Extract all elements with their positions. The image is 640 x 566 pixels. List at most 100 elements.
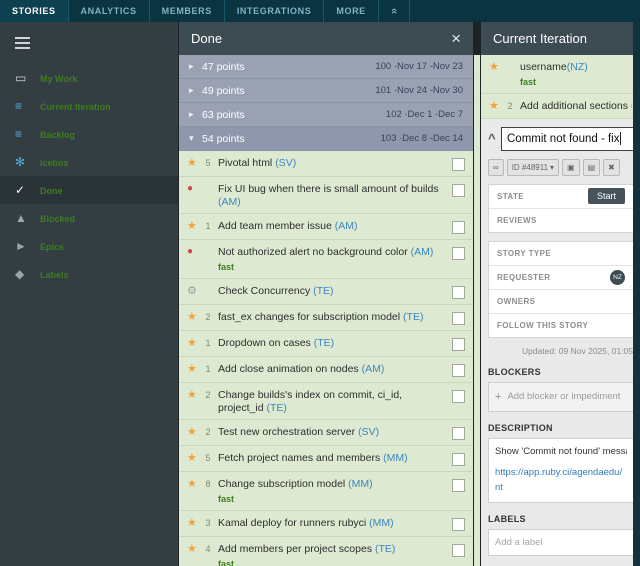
story-checkbox[interactable]: [452, 247, 465, 260]
nav-tab-more[interactable]: MORE: [324, 0, 378, 22]
nav-tab-integrations[interactable]: INTEGRATIONS: [225, 0, 325, 22]
nav-tab-stories[interactable]: STORIES: [0, 0, 69, 22]
story-row[interactable]: ★ 8 Change subscription model (MM) fast: [179, 472, 473, 511]
iteration-header[interactable]: ▸ 47 points 100 ·Nov 17 -Nov 23: [179, 55, 473, 79]
collapse-story-icon[interactable]: ^: [488, 132, 501, 145]
warning-icon: ▲: [15, 211, 40, 225]
story-id-button[interactable]: ID #48911▾: [507, 159, 559, 176]
sidebar-item-current-iteration[interactable]: ≡ Current Iteration: [0, 92, 178, 120]
story-title: Not authorized alert no background color: [218, 246, 411, 258]
field-label: REVIEWS: [497, 216, 537, 225]
delete-button[interactable]: ✖: [603, 159, 620, 176]
sidebar-item-backlog[interactable]: ≡ Backlog: [0, 120, 178, 148]
description-box[interactable]: Show 'Commit not found' message https://…: [488, 438, 634, 503]
story-title: Check Concurrency: [218, 285, 313, 297]
check-icon: ✓: [15, 183, 40, 197]
start-button[interactable]: Start: [588, 188, 625, 204]
star-icon: ★: [187, 426, 203, 438]
story-body: Check Concurrency (TE): [218, 285, 446, 298]
updated-timestamp: Updated: 09 Nov 2025, 01:05: [489, 346, 633, 356]
story-row[interactable]: ● Not authorized alert no background col…: [179, 240, 473, 279]
sidebar-item-labels[interactable]: ◆ Labels: [0, 260, 178, 288]
story-field-row[interactable]: REQUESTER NZ: [489, 266, 633, 290]
story-checkbox[interactable]: [452, 338, 465, 351]
story-row[interactable]: ★ 5 Fetch project names and members (MM): [179, 446, 473, 472]
story-row[interactable]: ★ 2 Change builds's index on commit, ci_…: [179, 383, 473, 420]
story-row[interactable]: ★ 3 Kamal deploy for runners rubyci (MM): [179, 511, 473, 537]
story-body: Kamal deploy for runners rubyci (MM): [218, 517, 446, 530]
story-row[interactable]: ★ 5 Pivotal html (SV): [179, 151, 473, 177]
story-checkbox[interactable]: [452, 312, 465, 325]
story-label: fast: [520, 76, 632, 89]
plus-icon: +: [495, 391, 501, 403]
clone-button[interactable]: ▤: [583, 159, 601, 176]
story-checkbox[interactable]: [452, 286, 465, 299]
description-link[interactable]: https://app.ruby.ci/agendaedu/nt: [495, 465, 627, 495]
story-row[interactable]: ★ username(NZ) fast: [481, 55, 640, 94]
iteration-header[interactable]: ▸ 49 points 101 ·Nov 24 -Nov 30: [179, 79, 473, 103]
story-field-row[interactable]: STATE Start: [489, 185, 633, 209]
story-checkbox[interactable]: [452, 518, 465, 531]
story-row[interactable]: ★ 1 Dropdown on cases (TE): [179, 331, 473, 357]
story-title: Add team member issue: [218, 220, 335, 232]
story-owners: (MM): [348, 478, 373, 490]
story-row[interactable]: ⚙ Check Concurrency (TE): [179, 279, 473, 305]
field-label: OWNERS: [497, 297, 535, 306]
menu-icon[interactable]: [0, 22, 35, 64]
scrollbar[interactable]: [633, 22, 640, 566]
done-panel: Done × ▸ 47 points 100 ·Nov 17 -Nov 23 ▸…: [179, 22, 473, 566]
sidebar-item-label: Labels: [40, 270, 69, 280]
story-checkbox[interactable]: [452, 544, 465, 557]
story-title-input[interactable]: Commit not found - fix: [501, 127, 634, 151]
story-checkbox[interactable]: [452, 479, 465, 492]
story-checkbox[interactable]: [452, 221, 465, 234]
panel-title: Current Iteration: [493, 31, 628, 46]
story-checkbox[interactable]: [452, 453, 465, 466]
nav-tab-analytics[interactable]: ANALYTICS: [69, 0, 150, 22]
iteration-list: ▸ 47 points 100 ·Nov 17 -Nov 23 ▸ 49 poi…: [179, 55, 473, 151]
story-row[interactable]: ★ 2 Test new orchestration server (SV): [179, 420, 473, 446]
sidebar-item-done[interactable]: ✓ Done: [0, 176, 178, 204]
sidebar-item-icebox[interactable]: ✻ Icebox: [0, 148, 178, 176]
story-owners: (AM): [362, 363, 385, 375]
collapse-nav-icon[interactable]: «: [379, 0, 410, 22]
iteration-header[interactable]: ▾ 54 points 103 ·Dec 8 -Dec 14: [179, 127, 473, 151]
star-icon: ★: [187, 478, 203, 490]
copy-button[interactable]: ▣: [562, 159, 580, 176]
add-label-input[interactable]: Add a label: [488, 529, 634, 556]
story-row[interactable]: ● Fix UI bug when there is small amount …: [179, 177, 473, 214]
clone-icon: ▤: [588, 163, 596, 172]
description-text: Show 'Commit not found' message: [495, 446, 627, 457]
story-checkbox[interactable]: [452, 390, 465, 403]
story-checkbox[interactable]: [452, 158, 465, 171]
story-toolbar: ∞ ID #48911▾ ▣ ▤ ✖: [488, 159, 634, 176]
field-group-1: STATE Start REVIEWS: [488, 184, 634, 233]
iteration-header[interactable]: ▸ 63 points 102 ·Dec 1 -Dec 7: [179, 103, 473, 127]
story-owners: (SV): [631, 100, 632, 112]
story-field-row[interactable]: STORY TYPE: [489, 242, 633, 266]
sidebar-item-epics[interactable]: ► Epics: [0, 232, 178, 260]
story-checkbox[interactable]: [452, 427, 465, 440]
story-row[interactable]: ★ 1 Add team member issue (AM): [179, 214, 473, 240]
story-checkbox[interactable]: [452, 184, 465, 197]
story-owners: (TE): [313, 285, 333, 297]
close-icon[interactable]: ×: [451, 30, 461, 47]
story-field-row[interactable]: OWNERS: [489, 290, 633, 314]
attach-link-button[interactable]: ∞: [488, 159, 504, 176]
story-row[interactable]: ★ 2 fast_ex changes for subscription mod…: [179, 305, 473, 331]
nav-tab-members[interactable]: MEMBERS: [150, 0, 225, 22]
nav-tab-label: STORIES: [12, 6, 56, 16]
story-field-row[interactable]: REVIEWS: [489, 209, 633, 232]
story-title: Add members per project scopes: [218, 543, 375, 555]
story-row[interactable]: ★ 1 Add close animation on nodes (AM): [179, 357, 473, 383]
sidebar-item-my-work[interactable]: ▭ My Work: [0, 64, 178, 92]
star-icon: ★: [187, 363, 203, 375]
story-row[interactable]: ★ 4 Add members per project scopes (TE) …: [179, 537, 473, 566]
story-title: Fetch project names and members: [218, 452, 383, 464]
add-blocker-input[interactable]: + Add blocker or impediment: [488, 382, 634, 412]
story-field-row[interactable]: FOLLOW THIS STORY: [489, 314, 633, 337]
story-title-value: Commit not found - fix: [507, 133, 619, 145]
story-row[interactable]: ★ 2 Add additional sections (SV): [481, 94, 640, 119]
sidebar-item-blocked[interactable]: ▲ Blocked: [0, 204, 178, 232]
story-checkbox[interactable]: [452, 364, 465, 377]
